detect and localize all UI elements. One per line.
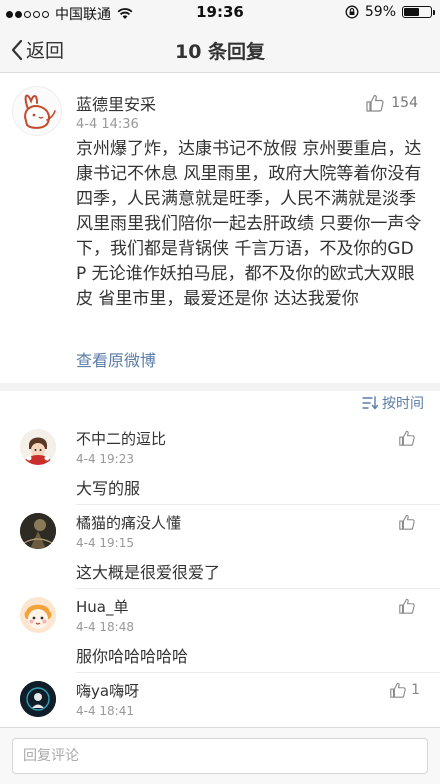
reply-text: 这大概是很爱很爱了 [76, 563, 221, 582]
view-original-weibo-link[interactable]: 查看原微博 [76, 347, 156, 371]
sort-label: 按时间 [382, 396, 424, 412]
thumbs-up-icon [366, 94, 384, 112]
reply-timestamp: 4-4 19:15 [76, 536, 134, 550]
author-avatar[interactable] [12, 86, 62, 136]
reply-like-button[interactable] [398, 597, 420, 615]
navigation-bar: 返回 10 条回复 [0, 26, 440, 73]
reply-bar [0, 727, 440, 784]
reply-like-count: 1 [411, 682, 420, 698]
battery-icon [402, 6, 435, 18]
status-bar: 中国联通 19:36 59% [0, 0, 440, 26]
orientation-lock-icon [345, 5, 359, 19]
reply-avatar[interactable] [20, 681, 56, 717]
reply-author-name[interactable]: 橘猫的痛没人懂 [76, 512, 181, 533]
thumbs-up-icon [399, 514, 415, 530]
reply-like-button[interactable] [398, 513, 420, 531]
thumbs-up-icon [399, 598, 415, 614]
reply-author-name[interactable]: Hua_单 [76, 596, 128, 617]
reply-timestamp: 4-4 18:48 [76, 620, 134, 634]
original-comment: 蓝德里安采 4-4 14:36 154 京州爆了炸，达康书记不放假 京州要重启，… [0, 73, 440, 383]
cartoon-avatar-icon [20, 429, 56, 465]
reply-avatar[interactable] [20, 597, 56, 633]
status-right: 59% [345, 4, 435, 20]
author-name[interactable]: 蓝德里安采 [76, 91, 156, 115]
thumbs-up-icon [399, 430, 415, 446]
reply-item: Hua_单 4-4 18:48 服你哈哈哈哈哈 [0, 589, 440, 673]
page-title: 10 条回复 [174, 41, 266, 63]
rabbit-avatar-icon [23, 94, 56, 129]
cute-face-avatar-icon [20, 597, 56, 633]
reply-item: 橘猫的痛没人懂 4-4 19:15 这大概是很爱很爱了 [0, 505, 440, 589]
section-gap [0, 383, 440, 391]
sort-bar: 按时间 [0, 391, 440, 421]
reply-text: 大写的服 [76, 479, 141, 498]
reply-input[interactable] [12, 738, 428, 774]
reply-like-button[interactable]: 1 [389, 681, 420, 699]
reply-author-name[interactable]: 嗨ya嗨呀 [76, 680, 139, 701]
reply-timestamp: 4-4 19:23 [76, 452, 134, 466]
reply-timestamp: 4-4 18:41 [76, 704, 134, 718]
comment-body: 京州爆了炸，达康书记不放假 京州要重启，达康书记不休息 风里雨里，政府大院等着你… [76, 139, 422, 309]
sort-by-time-button[interactable]: 按时间 [362, 393, 424, 413]
sort-icon [362, 396, 378, 410]
battery-percent: 59% [364, 4, 396, 20]
reply-author-name[interactable]: 不中二的逗比 [76, 428, 166, 449]
dark-circle-avatar-icon [20, 681, 56, 717]
reply-text: 服你哈哈哈哈哈 [76, 647, 189, 666]
thumbs-up-icon [390, 682, 406, 698]
reply-avatar[interactable] [20, 513, 56, 549]
post-like-button[interactable]: 154 [365, 93, 418, 113]
reply-avatar[interactable] [20, 429, 56, 465]
post-timestamp: 4-4 14:36 [76, 117, 139, 132]
post-like-count: 154 [391, 95, 418, 111]
reply-like-button[interactable] [398, 429, 420, 447]
reply-item: 不中二的逗比 4-4 19:23 大写的服 [0, 421, 440, 505]
dark-photo-avatar-icon [20, 513, 56, 549]
